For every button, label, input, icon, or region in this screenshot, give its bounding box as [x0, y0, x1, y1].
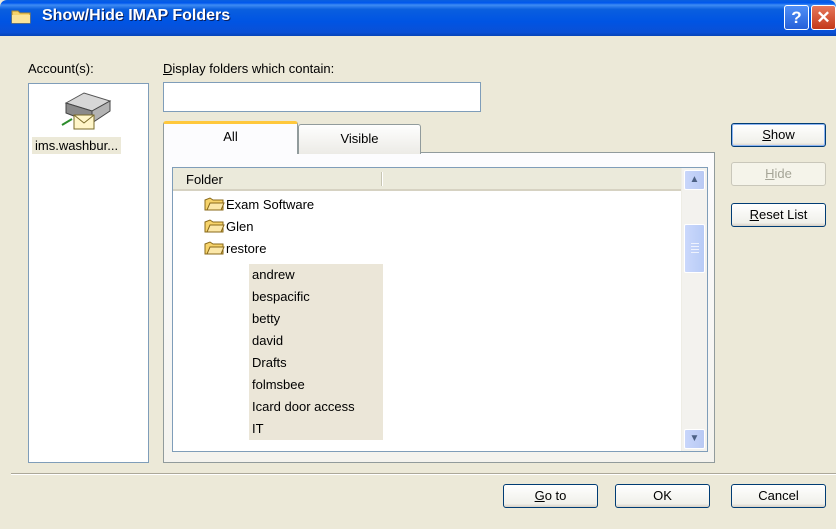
grip-line [691, 246, 699, 247]
folder-list[interactable]: Folder Exam Software Glen restore andrew… [172, 167, 708, 452]
list-item[interactable]: andrew [249, 264, 383, 286]
list-item[interactable]: bespacific [249, 286, 383, 308]
list-item[interactable]: betty [249, 308, 383, 330]
list-item[interactable]: Icard door access [249, 396, 383, 418]
list-item[interactable]: IT [249, 418, 383, 440]
grip-line [691, 243, 699, 244]
list-item[interactable]: restore [204, 241, 266, 263]
list-item[interactable]: david [249, 330, 383, 352]
folder-name: Exam Software [226, 197, 315, 212]
hide-button[interactable]: Hide [731, 162, 826, 186]
vertical-scrollbar[interactable]: ▲ ▼ [681, 168, 707, 451]
tab-visible[interactable]: Visible [298, 124, 421, 154]
filter-label: Display folders which contain: [163, 61, 335, 76]
list-item[interactable]: folmsbee [249, 374, 383, 396]
list-header: Folder [173, 168, 681, 191]
reset-list-button[interactable]: Reset List [731, 203, 826, 227]
ok-button[interactable]: OK [615, 484, 710, 508]
close-icon[interactable]: ✕ [811, 5, 836, 30]
folder-icon [11, 10, 31, 24]
title-bar: Show/Hide IMAP Folders ? ✕ [0, 0, 836, 36]
tab-all[interactable]: All [163, 121, 298, 154]
account-list[interactable]: ims.washbur... [28, 83, 149, 463]
grip-line [691, 252, 699, 253]
list-item[interactable]: Exam Software [204, 197, 314, 219]
accounts-label: Account(s): [28, 61, 94, 76]
subscribed-folder-icon [204, 197, 225, 211]
subscribed-folder-icon [204, 241, 225, 255]
mail-server-icon [61, 92, 112, 130]
go-to-button[interactable]: Go to [503, 484, 598, 508]
window-title: Show/Hide IMAP Folders [42, 7, 231, 24]
folder-name: Glen [226, 219, 254, 234]
folder-name: restore [226, 241, 267, 256]
grip-line [691, 249, 699, 250]
subscribed-folder-icon [204, 219, 225, 233]
account-item[interactable]: ims.washbur... [32, 137, 122, 154]
filter-input[interactable] [163, 82, 481, 112]
column-header-folder[interactable]: Folder [186, 172, 223, 187]
help-icon[interactable]: ? [784, 5, 809, 30]
scroll-up-icon[interactable]: ▲ [684, 170, 705, 190]
column-divider-highlight [382, 172, 383, 186]
scroll-down-icon[interactable]: ▼ [684, 429, 705, 449]
scroll-thumb[interactable] [684, 224, 705, 273]
show-button[interactable]: Show [731, 123, 826, 147]
list-item[interactable]: Drafts [249, 352, 383, 374]
divider-highlight [11, 474, 836, 475]
list-item[interactable]: Glen [204, 219, 253, 241]
cancel-button[interactable]: Cancel [731, 484, 826, 508]
